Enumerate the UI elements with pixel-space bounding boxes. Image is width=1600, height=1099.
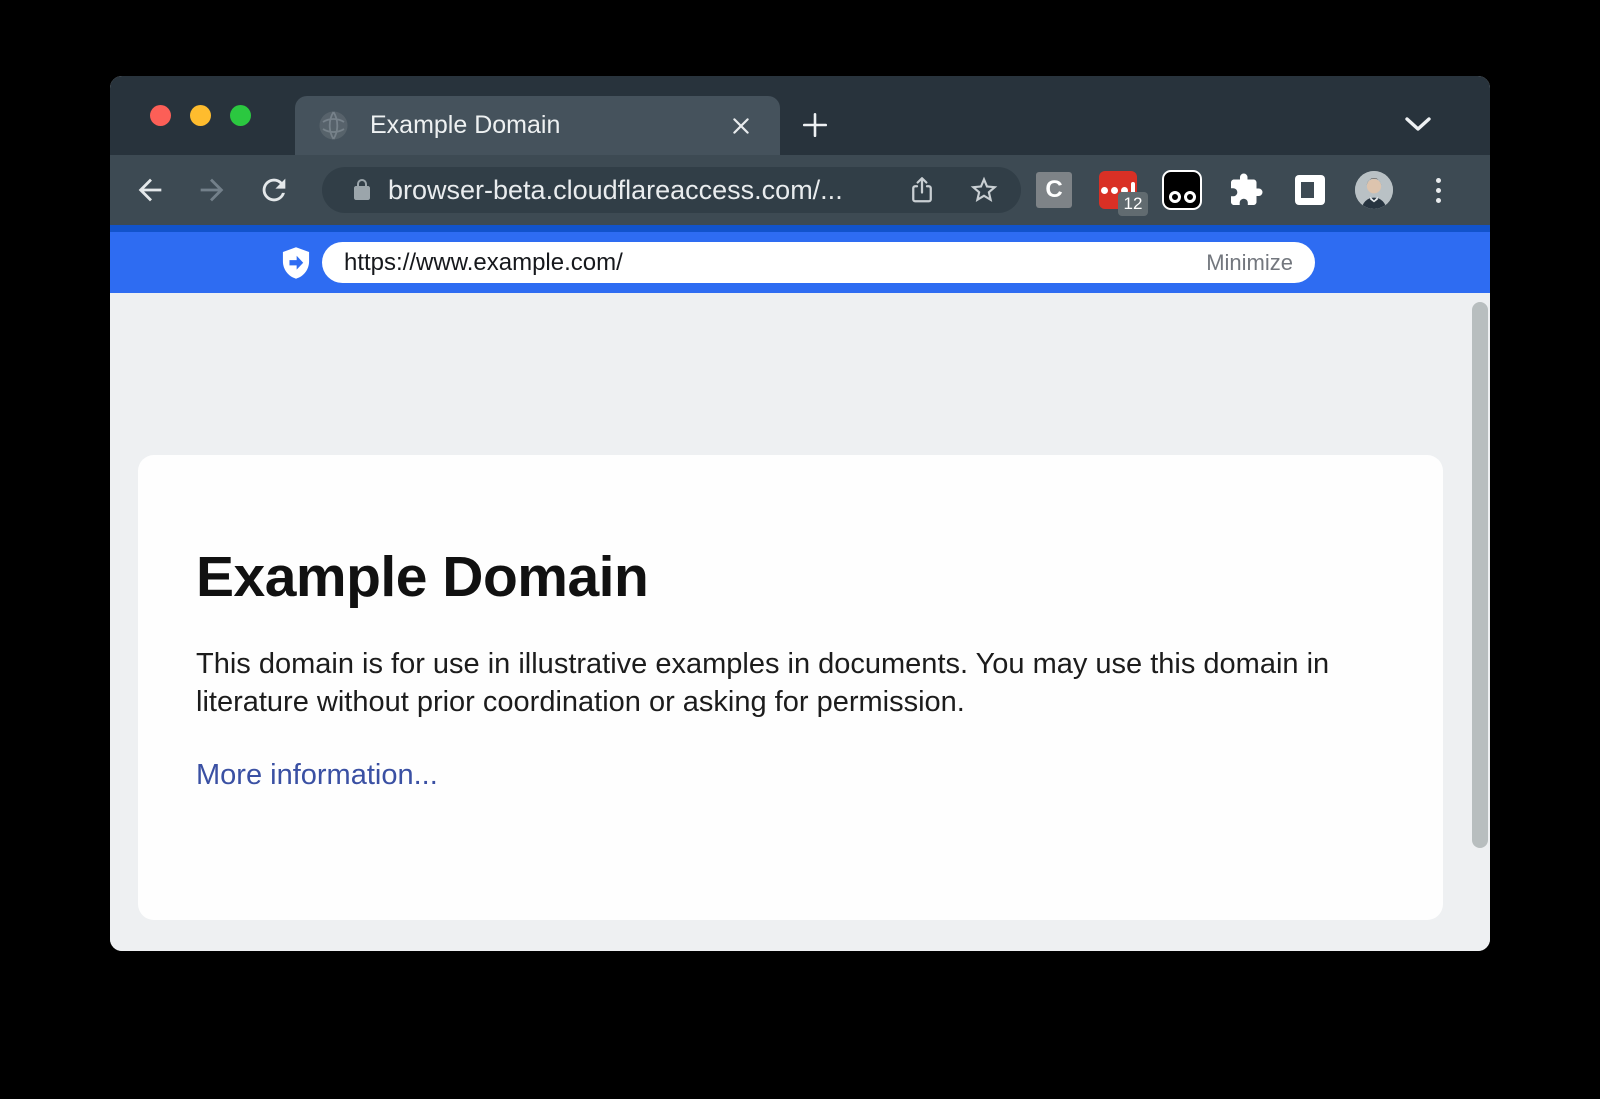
tab-title: Example Domain [370, 111, 726, 140]
address-bar[interactable]: browser-beta.cloudflareaccess.com/... [322, 167, 1021, 213]
close-tab-button[interactable] [726, 111, 756, 141]
scrollbar-thumb[interactable] [1472, 302, 1488, 848]
browser-tab[interactable]: Example Domain [295, 96, 780, 155]
page-paragraph: This domain is for use in illustrative e… [196, 645, 1356, 721]
remote-url-text: https://www.example.com/ [344, 249, 1206, 277]
extensions-menu-button[interactable] [1226, 168, 1266, 212]
extension-password-button[interactable]: 12 [1098, 168, 1138, 212]
new-tab-button[interactable] [794, 104, 836, 146]
browser-menu-button[interactable] [1418, 168, 1458, 212]
extension-badge: 12 [1118, 192, 1148, 216]
bookmark-button[interactable] [967, 173, 1001, 207]
side-panel-icon [1295, 175, 1325, 205]
shield-icon [280, 246, 312, 280]
plus-icon [801, 111, 829, 139]
chevron-down-icon [1404, 116, 1432, 132]
tab-search-button[interactable] [1398, 108, 1438, 140]
remote-url-bar[interactable]: https://www.example.com/ Minimize [322, 242, 1315, 283]
remote-browser-bar: https://www.example.com/ Minimize [110, 225, 1490, 293]
forward-button[interactable] [194, 172, 230, 208]
minimize-window-button[interactable] [190, 105, 211, 126]
address-url-text: browser-beta.cloudflareaccess.com/... [388, 175, 905, 206]
profile-avatar-button[interactable] [1354, 168, 1394, 212]
goggles-icon [1162, 170, 1202, 210]
avatar [1355, 171, 1393, 209]
reload-button[interactable] [256, 172, 292, 208]
traffic-lights [150, 105, 251, 126]
share-button[interactable] [905, 173, 939, 207]
back-button[interactable] [132, 172, 168, 208]
more-information-link[interactable]: More information... [196, 759, 438, 792]
side-panel-button[interactable] [1290, 168, 1330, 212]
lock-icon [350, 178, 374, 202]
content-card: Example Domain This domain is for use in… [138, 455, 1443, 920]
tab-strip: Example Domain [110, 76, 1490, 155]
arrow-left-icon [133, 173, 167, 207]
close-window-button[interactable] [150, 105, 171, 126]
extension-c-button[interactable]: C [1034, 168, 1074, 212]
browser-toolbar: browser-beta.cloudflareaccess.com/... [110, 155, 1490, 225]
minimize-bar-button[interactable]: Minimize [1206, 250, 1293, 276]
c-extension-icon: C [1036, 172, 1072, 208]
arrow-right-icon [195, 173, 229, 207]
star-icon [968, 174, 1000, 206]
extension-goggles-button[interactable] [1162, 168, 1202, 212]
globe-favicon-icon [319, 111, 348, 140]
browser-window: Example Domain [110, 76, 1490, 951]
reload-icon [257, 173, 291, 207]
zoom-window-button[interactable] [230, 105, 251, 126]
page-title: Example Domain [196, 543, 1385, 611]
share-icon [907, 175, 937, 205]
puzzle-icon [1228, 172, 1264, 208]
kebab-menu-icon [1436, 178, 1441, 203]
page-viewport: Example Domain This domain is for use in… [110, 293, 1490, 951]
extensions-row: C 12 [1034, 155, 1458, 225]
